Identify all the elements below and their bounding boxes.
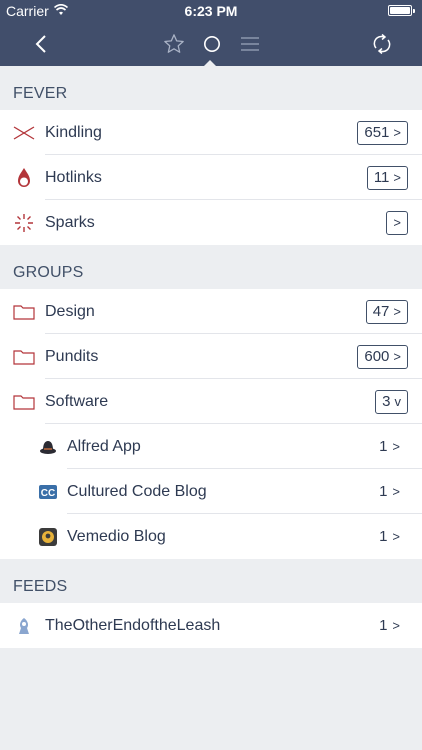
count-value: 1	[379, 483, 388, 500]
count-value: 600	[364, 348, 390, 365]
list-item-sparks[interactable]: Sparks >	[0, 200, 422, 245]
list-item-label: TheOtherEndoftheLeash	[45, 616, 221, 634]
groups-list: Design 47 > Pundits 600 > Software 3v Alfr…	[0, 289, 422, 559]
list-item-label: Kindling	[45, 123, 102, 141]
vemedio-icon	[37, 526, 59, 548]
count-value: 1	[379, 528, 388, 545]
list-item-kindling[interactable]: Kindling 651 >	[0, 110, 422, 155]
unread-count: 1 >	[379, 617, 400, 634]
list-item-cultured-code-blog[interactable]: CC Cultured Code Blog 1 >	[0, 469, 422, 514]
count-badge[interactable]: 651 >	[357, 120, 408, 145]
unread-count: 1 >	[379, 483, 400, 500]
chevron-right-icon: >	[393, 349, 401, 364]
list-item-hotlinks[interactable]: Hotlinks 11 >	[0, 155, 422, 200]
feeds-list: TheOtherEndoftheLeash 1 >	[0, 603, 422, 648]
count-badge[interactable]: 47 >	[365, 299, 408, 324]
status-bar: Carrier 6:23 PM	[0, 0, 422, 22]
list-item-label: Hotlinks	[45, 168, 102, 186]
star-icon	[164, 34, 184, 53]
list-item-software[interactable]: Software 3v	[0, 379, 422, 424]
list-item-vemedio-blog[interactable]: Vemedio Blog 1 >	[0, 514, 422, 559]
list-item-label: Software	[45, 392, 109, 410]
count-value: 11	[373, 169, 390, 186]
status-time: 6:23 PM	[184, 3, 238, 19]
refresh-icon	[373, 33, 391, 55]
list-item-label: Design	[45, 302, 95, 320]
list-item-label: Cultured Code Blog	[67, 482, 207, 500]
battery-icon	[388, 5, 415, 16]
folder-icon	[13, 391, 35, 413]
groups-section-header: GROUPS	[13, 264, 84, 281]
count-value: 47	[372, 303, 390, 320]
chevron-right-icon: >	[392, 618, 400, 633]
sparks-icon	[13, 212, 35, 234]
refresh-button[interactable]	[368, 22, 396, 66]
count-badge[interactable]: 600 >	[357, 344, 408, 369]
list-icon	[241, 37, 259, 51]
chevron-right-icon: >	[393, 170, 401, 185]
fever-list: Kindling 651 > Hotlinks 11 > Sparks >	[0, 110, 422, 245]
list-item-theotherendoftheleash[interactable]: TheOtherEndoftheLeash 1 >	[0, 603, 422, 648]
chevron-right-icon: >	[393, 125, 401, 140]
count-badge[interactable]: 11 >	[366, 165, 408, 190]
chevron-right-icon: >	[392, 529, 400, 544]
alfred-app-icon	[37, 436, 59, 458]
count-value: 3	[382, 393, 391, 410]
count-value: 1	[379, 438, 388, 455]
list-item-label: Alfred App	[67, 437, 141, 455]
list-item-label: Sparks	[45, 213, 95, 231]
leash-feed-icon	[13, 615, 35, 637]
fever-section-header: FEVER	[13, 85, 68, 102]
list-item-label: Pundits	[45, 347, 99, 365]
top-bar: Carrier 6:23 PM	[0, 0, 422, 66]
folder-icon	[13, 346, 35, 368]
list-item-label: Vemedio Blog	[67, 527, 166, 545]
chevron-right-icon: >	[393, 215, 401, 230]
chevron-right-icon: >	[392, 439, 400, 454]
hotlinks-icon	[13, 167, 35, 189]
folder-icon	[13, 301, 35, 323]
circle-icon	[204, 36, 220, 52]
count-badge[interactable]: >	[386, 210, 408, 235]
chevron-right-icon: >	[393, 304, 401, 319]
count-value: 651	[364, 124, 390, 141]
starred-tab-button[interactable]	[160, 22, 188, 66]
feeds-section-header: FEEDS	[13, 578, 68, 595]
unread-count: 1 >	[379, 528, 400, 545]
svg-text:CC: CC	[41, 488, 55, 499]
list-item-alfred-app[interactable]: Alfred App 1 >	[0, 424, 422, 469]
kindling-icon	[13, 122, 35, 144]
cultured-code-icon: CC	[37, 481, 59, 503]
back-chevron-icon	[35, 35, 46, 53]
count-value: 1	[379, 617, 388, 634]
back-button[interactable]	[28, 22, 56, 66]
count-badge[interactable]: 3v	[375, 389, 408, 414]
all-items-tab-button[interactable]	[236, 22, 264, 66]
content-area: FEVER Kindling 651 > Hotlinks 11 > Sparks …	[0, 66, 422, 648]
navigation-bar	[0, 22, 422, 66]
chevron-down-icon: v	[394, 394, 402, 409]
list-item-design[interactable]: Design 47 >	[0, 289, 422, 334]
unread-count: 1 >	[379, 438, 400, 455]
chevron-right-icon: >	[392, 484, 400, 499]
list-item-pundits[interactable]: Pundits 600 >	[0, 334, 422, 379]
